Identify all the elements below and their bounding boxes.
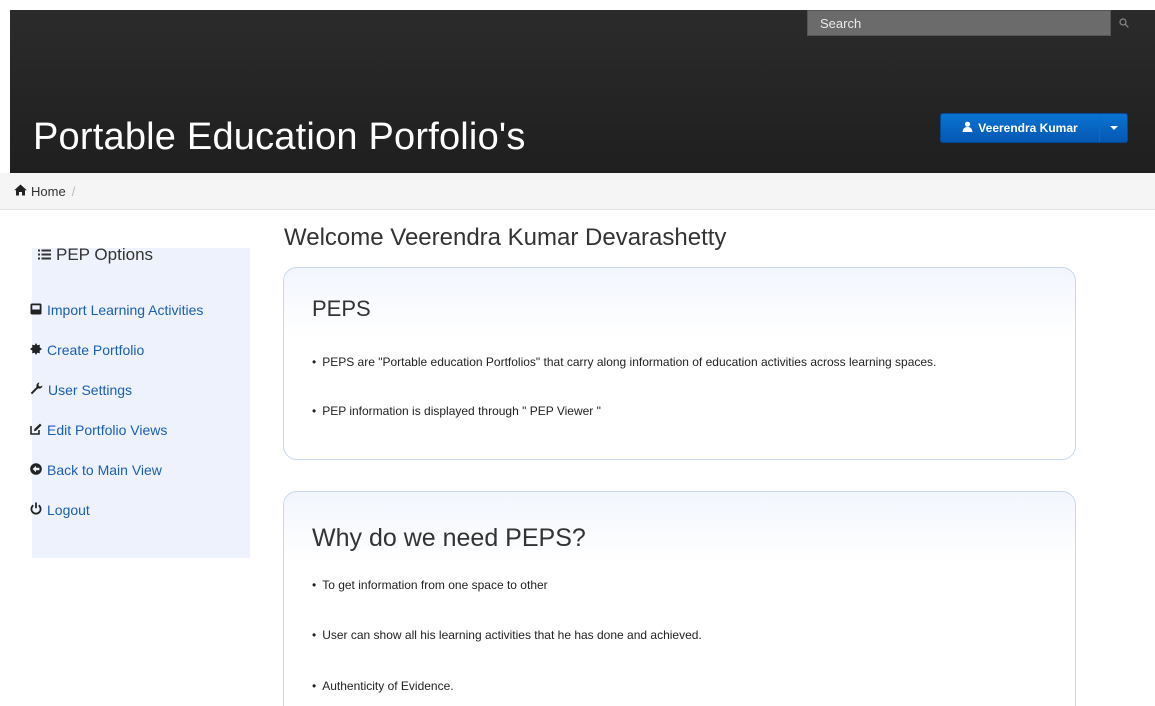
breadcrumb-home[interactable]: Home — [14, 184, 66, 199]
site-title[interactable]: Portable Education Porfolio's — [33, 116, 526, 159]
power-icon — [30, 502, 42, 518]
wrench-icon — [30, 382, 43, 398]
home-icon — [14, 184, 27, 199]
list-item: PEPS are "Portable education Portfolios"… — [312, 355, 936, 369]
user-name-label: Veerendra Kumar — [978, 121, 1078, 135]
sidebar-item-label: Edit Portfolio Views — [47, 422, 168, 438]
list-item: PEP information is displayed through " P… — [312, 404, 601, 418]
peps-panel: PEPS PEPS are "Portable education Portfo… — [283, 267, 1076, 460]
list-item: Authenticity of Evidence. — [312, 679, 453, 693]
sidebar-item-label: Import Learning Activities — [47, 302, 204, 318]
sidebar-item-label: Logout — [47, 502, 90, 518]
user-name-button[interactable]: Veerendra Kumar — [941, 114, 1099, 142]
sidebar-item-label: User Settings — [48, 382, 133, 398]
list-item: To get information from one space to oth… — [312, 578, 547, 592]
circle-arrow-left-icon — [30, 462, 42, 478]
sidebar-item-back-to-main-view[interactable]: Back to Main View — [30, 462, 162, 478]
sidebar-item-edit-portfolio-views[interactable]: Edit Portfolio Views — [30, 422, 167, 438]
search-input[interactable] — [807, 10, 1111, 36]
user-dropdown-toggle[interactable] — [1099, 114, 1127, 142]
inbox-icon — [30, 302, 42, 318]
list-item: User can show all his learning activitie… — [312, 628, 702, 642]
sidebar-item-label: Create Portfolio — [47, 342, 145, 358]
breadcrumb-separator: / — [71, 183, 76, 199]
edit-icon — [30, 422, 42, 438]
panel-title: Why do we need PEPS? — [312, 524, 586, 552]
sidebar-item-logout[interactable]: Logout — [30, 502, 90, 518]
breadcrumb-home-label: Home — [31, 183, 66, 199]
sidebar-item-user-settings[interactable]: User Settings — [30, 382, 132, 398]
breadcrumb: Home / — [0, 173, 1155, 210]
user-icon — [962, 121, 973, 135]
top-navbar: Portable Education Porfolio's Veerendra … — [10, 10, 1155, 173]
sidebar-title: PEP Options — [38, 245, 153, 265]
sidebar-item-create-portfolio[interactable]: Create Portfolio — [30, 342, 144, 358]
list-icon — [38, 245, 51, 265]
sidebar-title-label: PEP Options — [56, 245, 154, 264]
sidebar-item-label: Back to Main View — [47, 462, 162, 478]
panel-title: PEPS — [312, 296, 371, 321]
sidebar-item-import-learning-activities[interactable]: Import Learning Activities — [30, 302, 203, 318]
why-peps-panel: Why do we need PEPS? To get information … — [283, 491, 1076, 706]
search-icon[interactable] — [1113, 12, 1135, 34]
user-menu-button[interactable]: Veerendra Kumar — [940, 113, 1128, 143]
caret-down-icon — [1109, 126, 1118, 130]
page-title: Welcome Veerendra Kumar Devarashetty — [284, 224, 727, 251]
certificate-icon — [30, 342, 42, 358]
